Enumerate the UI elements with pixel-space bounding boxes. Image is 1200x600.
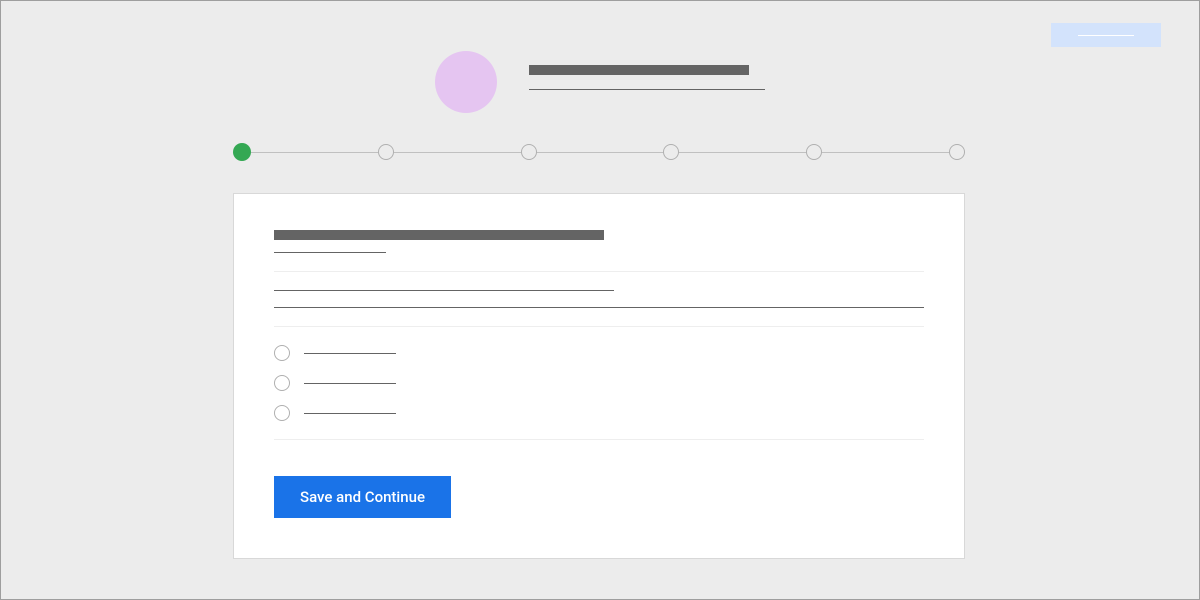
notification-banner[interactable] [1051, 23, 1161, 47]
brand-text-block [529, 51, 765, 90]
step-dot-4[interactable] [663, 144, 679, 160]
radio-icon [274, 345, 290, 361]
radio-icon [274, 375, 290, 391]
step-dot-2[interactable] [378, 144, 394, 160]
radio-icon [274, 405, 290, 421]
radio-label [304, 383, 396, 384]
section-subheading [274, 252, 386, 253]
section-divider-2 [274, 326, 924, 327]
save-continue-button[interactable]: Save and Continue [274, 476, 451, 518]
form-card: Save and Continue [233, 193, 965, 559]
stepper-track [233, 152, 965, 153]
step-dot-5[interactable] [806, 144, 822, 160]
radio-label [304, 353, 396, 354]
brand-subtitle [529, 89, 765, 90]
wizard-frame: Save and Continue [0, 0, 1200, 600]
brand-header [1, 51, 1199, 113]
progress-stepper [233, 143, 965, 161]
step-dot-6[interactable] [949, 144, 965, 160]
notification-text [1078, 35, 1134, 36]
brand-title [529, 65, 749, 75]
radio-label [304, 413, 396, 414]
section-heading [274, 230, 604, 240]
step-dot-1[interactable] [233, 143, 251, 161]
text-input[interactable] [274, 307, 924, 308]
section-divider-1 [274, 271, 924, 272]
radio-option-2[interactable] [274, 375, 924, 391]
step-dot-3[interactable] [521, 144, 537, 160]
radio-group [274, 345, 924, 421]
radio-option-3[interactable] [274, 405, 924, 421]
field-label [274, 290, 614, 291]
radio-option-1[interactable] [274, 345, 924, 361]
section-divider-3 [274, 439, 924, 440]
brand-logo-circle [435, 51, 497, 113]
